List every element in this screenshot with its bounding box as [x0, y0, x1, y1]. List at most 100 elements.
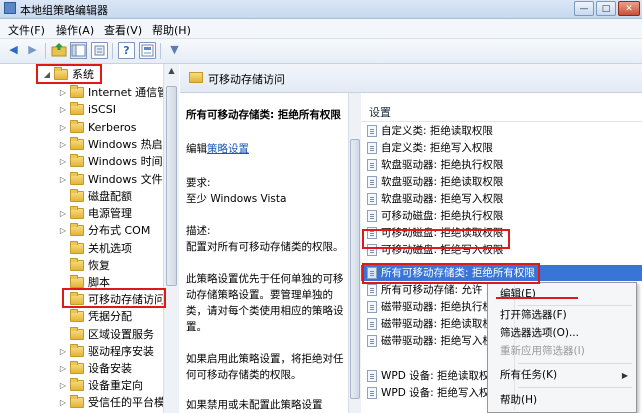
policy-icon — [367, 301, 377, 313]
folder-icon — [70, 241, 84, 254]
menu-action[interactable]: 操作(A) — [56, 22, 94, 38]
back-arrow-icon[interactable]: ◀ — [5, 42, 22, 59]
minimize-button[interactable]: — — [574, 1, 594, 16]
pane-title: 可移动存储访问 — [208, 73, 285, 86]
expand-triangle-icon[interactable]: ▷ — [58, 222, 68, 239]
folder-icon — [70, 137, 84, 150]
folder-icon — [70, 258, 84, 271]
requirements-value: 至少 Windows Vista — [186, 193, 287, 205]
context-menu: 编辑(E) 打开筛选器(F) 筛选器选项(O)... 重新应用筛选器(I) 所有… — [487, 282, 637, 413]
policy-icon — [367, 387, 377, 399]
policy-icon — [367, 193, 377, 205]
folder-icon — [70, 102, 84, 115]
menu-help[interactable]: 帮助(H) — [152, 22, 191, 38]
highlight-removable-disk-read-row — [362, 229, 510, 249]
expand-triangle-icon[interactable]: ▷ — [58, 84, 68, 101]
menu-item-help[interactable]: 帮助(H) — [500, 391, 537, 409]
folder-icon — [70, 120, 84, 133]
description-text: 配置对所有可移动存储类的权限。 — [186, 241, 344, 253]
menu-separator — [518, 363, 632, 364]
requirements-label: 要求: — [186, 177, 211, 189]
folder-icon — [189, 72, 203, 83]
column-header-setting[interactable]: 设置 — [361, 101, 642, 122]
policy-icon — [367, 370, 377, 382]
properties-icon[interactable] — [91, 42, 108, 59]
highlight-system-node — [36, 64, 102, 84]
policy-row[interactable]: 自定义类: 拒绝读取权限 — [361, 123, 642, 139]
toolbar: ◀ ▶ ? ▼ — [0, 39, 642, 64]
folder-icon — [70, 172, 84, 185]
folder-icon — [70, 327, 84, 340]
folder-icon — [70, 378, 84, 391]
policy-icon — [367, 284, 377, 296]
help-icon[interactable]: ? — [118, 42, 135, 59]
folder-icon — [70, 361, 84, 374]
menu-item-all-tasks[interactable]: 所有任务(K) — [500, 366, 557, 384]
description-scrollbar[interactable] — [348, 93, 362, 413]
highlight-removable-storage-node — [62, 288, 166, 308]
scroll-up-arrow-icon[interactable]: ▲ — [164, 64, 179, 78]
description-pane: 所有可移动存储类: 拒绝所有权限 编辑策略设置 要求: 至少 Windows V… — [180, 93, 348, 413]
policy-row[interactable]: 软盘驱动器: 拒绝写入权限 — [361, 191, 642, 207]
highlight-all-storage-row — [362, 263, 540, 284]
policy-icon — [367, 125, 377, 137]
submenu-arrow-icon: ▶ — [621, 371, 628, 380]
scrollbar-thumb[interactable] — [166, 86, 177, 286]
expand-triangle-icon[interactable]: ▷ — [58, 205, 68, 222]
title-bar: 本地组策略编辑器 — □ ✕ — [0, 0, 642, 19]
folder-icon — [70, 206, 84, 219]
edit-policy-line: 编辑策略设置 — [186, 143, 249, 155]
menu-item-edit[interactable]: 编辑(E) — [500, 285, 536, 303]
expand-triangle-icon[interactable]: ▷ — [58, 101, 68, 118]
folder-icon — [70, 189, 84, 202]
policy-icon — [367, 142, 377, 154]
policy-row[interactable]: 软盘驱动器: 拒绝执行权限 — [361, 157, 642, 173]
maximize-button[interactable]: □ — [596, 1, 616, 16]
description-label: 描述: — [186, 225, 211, 237]
show-hide-tree-icon[interactable] — [70, 42, 87, 59]
expand-triangle-icon[interactable]: ▷ — [58, 377, 68, 394]
pane-header: 可移动存储访问 — [180, 64, 642, 93]
description-paragraph: 如果启用此策略设置，将拒绝对任何可移动存储类的权限。 — [186, 353, 344, 381]
menu-item-open-filter[interactable]: 打开筛选器(F) — [500, 306, 567, 324]
folder-icon — [70, 395, 84, 408]
edit-policy-link[interactable]: 策略设置 — [207, 143, 249, 155]
expand-triangle-icon[interactable]: ▷ — [58, 119, 68, 136]
underline-edit-menu-item — [496, 297, 578, 299]
forward-arrow-icon[interactable]: ▶ — [24, 42, 41, 59]
console-view-icon[interactable] — [139, 42, 156, 59]
navigation-tree[interactable]: ◢ 系统 ▷ Internet 通信管理 ▷ iSCSI ▷ Kerberos ▷ Wi… — [0, 64, 179, 413]
policy-row[interactable]: 软盘驱动器: 拒绝读取权限 — [361, 174, 642, 190]
menu-separator — [518, 387, 632, 388]
expand-triangle-icon[interactable]: ▷ — [58, 136, 68, 153]
policy-heading: 所有可移动存储类: 拒绝所有权限 — [186, 109, 341, 121]
expand-triangle-icon[interactable]: ▷ — [58, 153, 68, 170]
policy-icon — [367, 210, 377, 222]
menu-file[interactable]: 文件(F) — [8, 22, 45, 38]
expand-triangle-icon[interactable]: ▷ — [58, 360, 68, 377]
window-title: 本地组策略编辑器 — [20, 4, 108, 17]
close-button[interactable]: ✕ — [618, 1, 640, 16]
expand-triangle-icon[interactable]: ▷ — [58, 343, 68, 360]
folder-icon — [70, 154, 84, 167]
menu-item-reapply-filter[interactable]: 重新应用筛选器(I) — [500, 342, 585, 360]
toolbar-divider — [45, 43, 46, 59]
menu-view[interactable]: 查看(V) — [104, 22, 142, 38]
up-folder-icon[interactable] — [50, 42, 67, 59]
filter-icon[interactable]: ▼ — [166, 42, 183, 59]
tree-scrollbar[interactable]: ▲ — [163, 64, 179, 413]
app-icon — [4, 2, 16, 14]
policy-row[interactable]: 自定义类: 拒绝写入权限 — [361, 140, 642, 156]
expand-triangle-icon[interactable]: ▷ — [58, 171, 68, 188]
expand-triangle-icon[interactable]: ▷ — [58, 394, 68, 411]
policy-row[interactable]: 可移动磁盘: 拒绝执行权限 — [361, 208, 642, 224]
folder-icon — [70, 85, 84, 98]
policy-icon — [367, 318, 377, 330]
menu-item-filter-options[interactable]: 筛选器选项(O)... — [500, 324, 579, 342]
toolbar-divider — [112, 43, 113, 59]
policy-icon — [367, 335, 377, 347]
policy-icon — [367, 159, 377, 171]
scrollbar-thumb[interactable] — [350, 139, 360, 399]
folder-icon — [70, 275, 84, 288]
policy-icon — [367, 176, 377, 188]
